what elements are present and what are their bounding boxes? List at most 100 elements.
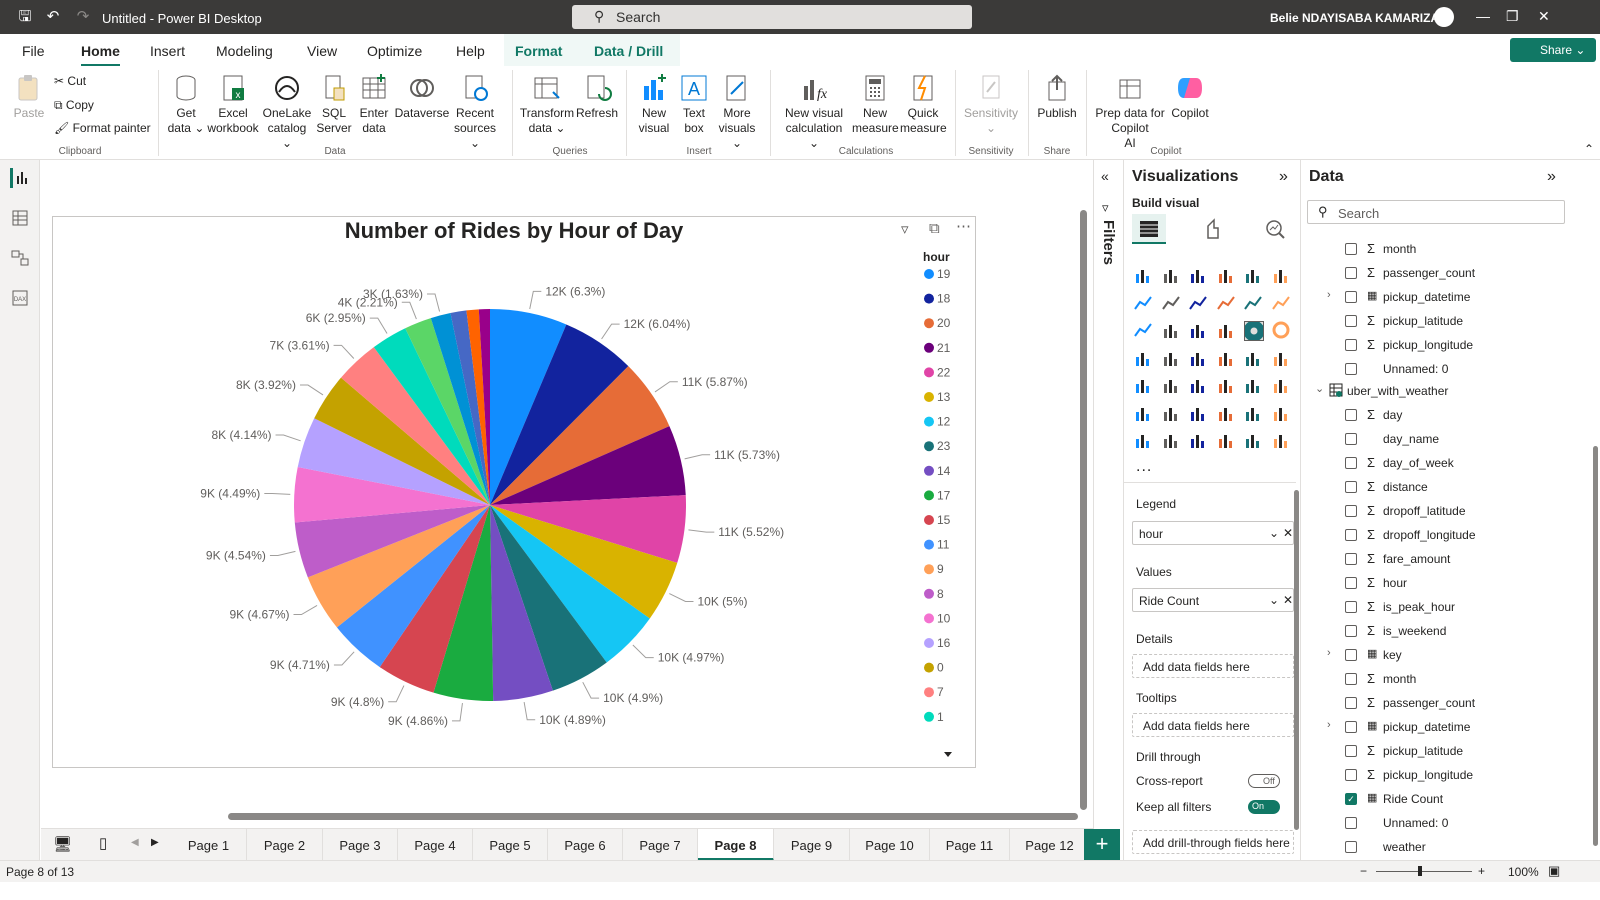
table-view-icon[interactable] [10, 208, 30, 228]
desktop-layout-icon[interactable]: 🖥 [53, 835, 72, 853]
100-stacked-area-visual-icon[interactable] [1216, 294, 1237, 314]
zoom-out-icon[interactable]: − [1360, 864, 1367, 878]
cross-report-toggle[interactable]: Off [1248, 774, 1280, 788]
dataverse-button[interactable]: Dataverse [394, 72, 450, 121]
values-well[interactable]: Ride Count ⌄ ✕ [1132, 588, 1294, 612]
map-visual-icon[interactable] [1162, 349, 1182, 369]
zoom-slider[interactable] [1376, 871, 1472, 872]
legend-item[interactable]: 11 [937, 538, 950, 552]
build-visual-tab[interactable] [1132, 214, 1166, 244]
field-item[interactable]: Σpickup_longitude [1345, 336, 1585, 356]
line-clustered-column-visual-icon[interactable] [1271, 294, 1292, 314]
field-item[interactable]: › ▦ key [1327, 646, 1585, 666]
legend-item[interactable]: 7 [937, 685, 944, 699]
tooltips-well[interactable]: Add data fields here [1132, 713, 1294, 737]
funnel-visual-icon[interactable] [1189, 321, 1209, 341]
page-tab[interactable]: Page 6 [548, 829, 623, 861]
field-checkbox[interactable] [1345, 481, 1357, 493]
menu-modeling[interactable]: Modeling [216, 43, 273, 59]
page-tab[interactable]: Page 3 [323, 829, 398, 861]
data-pane-scrollbar[interactable] [1593, 446, 1598, 846]
table-name[interactable]: uber_with_weather [1347, 384, 1448, 398]
field-item[interactable]: Σpassenger_count [1345, 264, 1585, 284]
filters-pane[interactable]: « ▿ Filters [1093, 160, 1123, 876]
legend-item[interactable]: 19 [937, 267, 951, 281]
data-search-input[interactable]: ⚲ Search [1307, 200, 1565, 224]
copy-button[interactable]: ⧉ Copy [54, 98, 94, 113]
more-visuals-ellipsis[interactable]: ... [1136, 458, 1152, 476]
recent-sources-button[interactable]: Recent sources ⌄ [450, 72, 500, 151]
legend-item[interactable]: 20 [937, 316, 951, 330]
field-checkbox[interactable] [1345, 577, 1357, 589]
card-visual-icon[interactable] [1272, 349, 1292, 369]
gauge-visual-icon[interactable] [1244, 349, 1264, 369]
save-icon[interactable]: 🖫 [16, 8, 34, 26]
shape-map-visual-icon[interactable] [1217, 431, 1237, 451]
field-item[interactable]: Σpassenger_count [1345, 694, 1585, 714]
line-stacked-column-visual-icon[interactable] [1244, 294, 1264, 314]
page-tab[interactable]: Page 4 [398, 829, 473, 861]
narrative-visual-icon[interactable] [1244, 404, 1264, 424]
canvas-horizontal-scrollbar[interactable] [228, 813, 1078, 820]
quick-measure-button[interactable]: Quick measure [900, 72, 947, 136]
legend-item[interactable]: 1 [937, 710, 944, 724]
user-name[interactable]: Belie NDAYISABA KAMARIZA [1270, 11, 1439, 25]
report-view-icon[interactable] [10, 168, 30, 188]
restore-icon[interactable]: ❐ [1506, 8, 1519, 25]
chevron-down-icon[interactable]: ⌄ [1269, 526, 1279, 540]
field-item[interactable]: Σmonth [1345, 670, 1585, 690]
page-tab[interactable]: Page 12 [1010, 829, 1090, 861]
get-data-button[interactable]: Get data ⌄ [166, 72, 206, 136]
field-checkbox[interactable] [1345, 409, 1357, 421]
field-checkbox[interactable] [1345, 243, 1357, 255]
field-checkbox[interactable] [1345, 529, 1357, 541]
remove-field-icon[interactable]: ✕ [1283, 593, 1293, 607]
field-checkbox[interactable] [1345, 649, 1357, 661]
field-item[interactable]: Σpickup_longitude [1345, 766, 1585, 786]
mobile-layout-icon[interactable]: ▯ [99, 834, 107, 852]
next-page-icon[interactable]: ▶ [151, 837, 159, 848]
zoom-slider-thumb[interactable] [1418, 866, 1422, 876]
page-tab[interactable]: Page 11 [930, 829, 1010, 861]
paginated-report-visual-icon[interactable] [1134, 431, 1154, 451]
100-stacked-column-visual-icon[interactable] [1272, 266, 1292, 286]
share-button[interactable]: Share ⌄ [1510, 38, 1596, 62]
collapse-viz-icon[interactable]: » [1279, 168, 1288, 186]
more-visuals-button[interactable]: More visuals ⌄ [714, 72, 760, 151]
field-item[interactable]: Σday [1345, 406, 1585, 426]
model-view-icon[interactable] [10, 248, 30, 268]
legend-item[interactable]: 8 [937, 587, 944, 601]
field-checkbox[interactable] [1345, 697, 1357, 709]
legend-item[interactable]: 13 [937, 390, 951, 404]
viz-pane-scrollbar[interactable] [1294, 490, 1299, 830]
filled-map-visual-icon[interactable] [1189, 349, 1209, 369]
chevron-down-icon[interactable]: ⌄ [1315, 382, 1324, 395]
field-checkbox[interactable] [1345, 721, 1357, 733]
field-checkbox[interactable] [1345, 769, 1357, 781]
field-checkbox[interactable] [1345, 553, 1357, 565]
search-input[interactable]: ⚲ Search [572, 5, 972, 29]
power-apps-visual-icon[interactable] [1162, 431, 1182, 451]
field-checkbox[interactable] [1345, 315, 1357, 327]
page-tab[interactable]: Page 2 [247, 829, 323, 861]
arcgis-visual-icon[interactable] [1244, 431, 1264, 451]
r-visual-visual-icon[interactable] [1272, 376, 1292, 396]
legend-item[interactable]: 15 [937, 513, 951, 527]
minimize-icon[interactable]: — [1476, 8, 1490, 24]
enter-data-button[interactable]: Enter data [356, 72, 392, 136]
menu-help[interactable]: Help [456, 43, 485, 59]
field-checkbox[interactable] [1345, 673, 1357, 685]
sql-server-button[interactable]: SQL Server [316, 72, 352, 136]
field-checkbox[interactable] [1345, 433, 1357, 445]
ribbon-visual-icon[interactable] [1134, 321, 1154, 341]
focus-mode-icon[interactable]: ⧉ [929, 220, 940, 237]
onelake-catalog-button[interactable]: OneLake catalog ⌄ [262, 72, 312, 151]
metrics-visual-icon[interactable] [1272, 404, 1292, 424]
copilot-button[interactable]: Copilot [1166, 72, 1214, 121]
stacked-bar-visual-icon[interactable] [1134, 266, 1154, 286]
legend-item[interactable]: 10 [937, 611, 951, 625]
collapse-data-icon[interactable]: » [1547, 168, 1556, 186]
field-item[interactable]: Σmonth [1345, 240, 1585, 260]
legend-item[interactable]: 22 [937, 365, 951, 379]
legend-item[interactable]: 23 [937, 439, 951, 453]
